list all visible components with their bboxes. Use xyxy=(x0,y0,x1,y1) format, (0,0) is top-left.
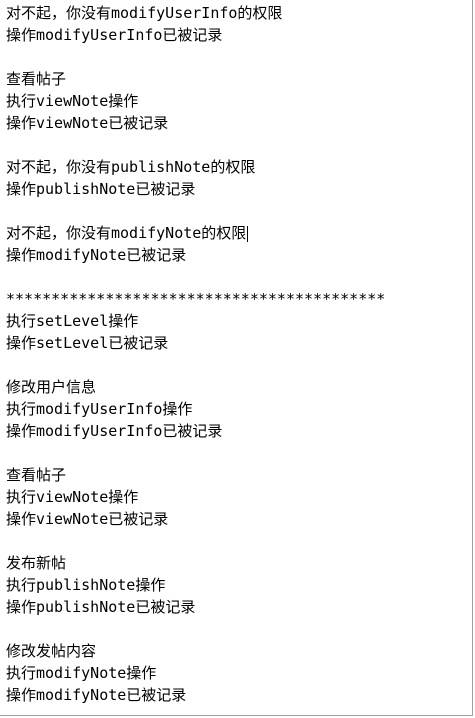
console-line: 操作modifyUserInfo已被记录 xyxy=(6,422,223,440)
console-output-area[interactable]: 对不起，你没有modifyUserInfo的权限 操作modifyUserInfo… xyxy=(0,0,473,716)
console-line: 发布新帖 xyxy=(6,554,67,572)
console-line: 操作setLevel已被记录 xyxy=(6,334,169,352)
console-line: 查看帖子 xyxy=(6,70,67,88)
console-line: 执行modifyUserInfo操作 xyxy=(6,400,193,418)
console-lines: 对不起，你没有modifyUserInfo的权限 操作modifyUserInfo… xyxy=(6,2,472,706)
console-line: 修改用户信息 xyxy=(6,378,97,396)
console-line: 执行publishNote操作 xyxy=(6,576,166,594)
console-line: 操作modifyNote已被记录 xyxy=(6,686,187,704)
console-line: ****************************************… xyxy=(6,290,386,308)
console-line: 执行viewNote操作 xyxy=(6,488,139,506)
console-line: 操作modifyNote已被记录 xyxy=(6,246,187,264)
console-line: 操作viewNote已被记录 xyxy=(6,510,169,528)
console-line: 操作publishNote已被记录 xyxy=(6,598,196,616)
console-line: 执行setLevel操作 xyxy=(6,312,139,330)
console-line: 对不起，你没有modifyUserInfo的权限 xyxy=(6,4,283,22)
console-line: 对不起，你没有modifyNote的权限 xyxy=(6,224,249,242)
console-line: 操作modifyUserInfo已被记录 xyxy=(6,26,223,44)
console-line: 查看帖子 xyxy=(6,466,67,484)
text-cursor xyxy=(247,225,249,242)
console-line: 操作viewNote已被记录 xyxy=(6,114,169,132)
console-line: 对不起，你没有publishNote的权限 xyxy=(6,158,256,176)
console-line: 执行viewNote操作 xyxy=(6,92,139,110)
console-line: 修改发帖内容 xyxy=(6,642,97,660)
console-line: 执行modifyNote操作 xyxy=(6,664,157,682)
console-line: 操作publishNote已被记录 xyxy=(6,180,196,198)
